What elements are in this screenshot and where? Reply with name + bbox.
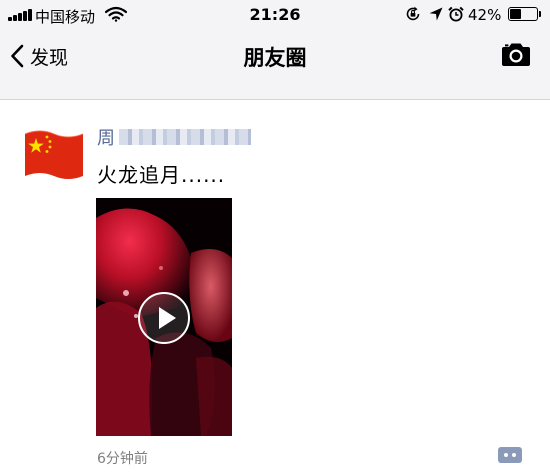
post-time: 6分钟前 <box>97 451 148 467</box>
camera-icon[interactable] <box>500 42 532 68</box>
alarm-icon <box>448 6 464 22</box>
battery-percent: 42% <box>468 6 502 24</box>
post-text: 火龙追月...... <box>97 163 226 187</box>
page-title: 朋友圈 <box>243 46 307 70</box>
orientation-lock-icon <box>406 6 420 21</box>
author-name-obscured <box>119 129 251 145</box>
video-thumbnail[interactable] <box>96 198 232 436</box>
author-name[interactable]: 周 <box>97 124 251 150</box>
status-bar: 中国移动 21:26 42% <box>0 0 550 30</box>
battery-icon <box>508 7 538 21</box>
location-icon <box>429 7 443 21</box>
top-bar: 中国移动 21:26 42% 发现 朋友圈 <box>0 0 550 100</box>
comment-icon[interactable] <box>498 447 522 463</box>
battery-level <box>510 9 521 19</box>
china-flag-avatar[interactable] <box>24 129 84 181</box>
battery-tip <box>539 11 541 17</box>
play-icon[interactable] <box>138 292 190 344</box>
author-name-text: 周 <box>97 128 115 149</box>
moments-post: 周 火龙追月...... 6分钟前 <box>0 101 550 474</box>
